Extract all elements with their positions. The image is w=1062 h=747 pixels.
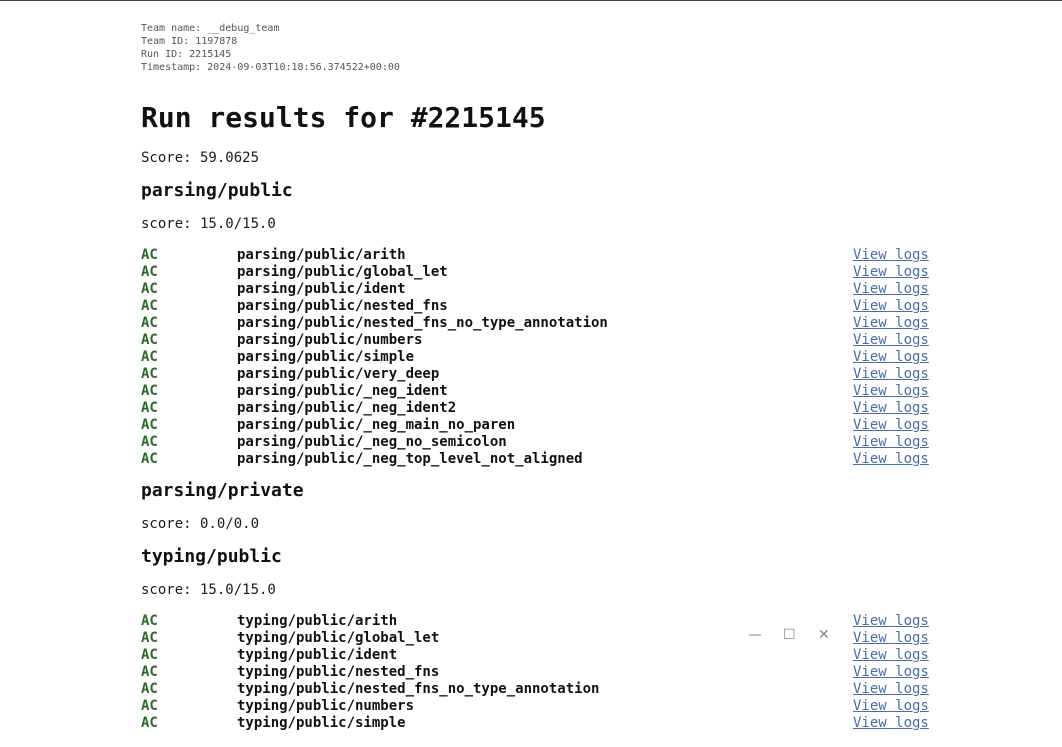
status-badge: AC	[141, 400, 158, 416]
result-row: AC typing/public/simple View logs	[141, 715, 931, 732]
test-name: typing/public/simple	[237, 715, 406, 731]
sections-container: parsing/public score: 15.0/15.0 AC parsing/…	[141, 178, 931, 732]
test-name: parsing/public/ident	[237, 281, 406, 297]
section-title: typing/public	[141, 546, 282, 567]
result-row: AC parsing/public/_neg_top_level_not_alig…	[141, 451, 931, 468]
test-name: typing/public/numbers	[237, 698, 415, 714]
test-name: typing/public/ident	[237, 647, 398, 663]
view-logs-link[interactable]: View logs	[853, 647, 929, 664]
result-row: AC typing/public/nested_fns_no_type_annot…	[141, 681, 931, 698]
view-logs-link[interactable]: View logs	[853, 281, 929, 298]
results-list: AC parsing/public/arith View logs AC parsing…	[141, 247, 931, 468]
view-logs-link[interactable]: View logs	[853, 400, 929, 417]
status-badge: AC	[141, 247, 158, 263]
page-title: Run results for #2215145	[141, 101, 546, 134]
status-badge: AC	[141, 681, 158, 697]
test-name: typing/public/global_let	[237, 630, 440, 646]
view-logs-link[interactable]: View logs	[853, 451, 929, 468]
total-score: Score: 59.0625	[141, 150, 260, 166]
status-badge: AC	[141, 281, 158, 297]
result-row: AC parsing/public/very_deep View logs	[141, 366, 931, 383]
test-name: parsing/public/_neg_main_no_paren	[237, 417, 516, 433]
minimize-icon[interactable]: —	[748, 627, 762, 643]
view-logs-link[interactable]: View logs	[853, 630, 929, 647]
result-row: AC parsing/public/_neg_main_no_paren View …	[141, 417, 931, 434]
view-logs-link[interactable]: View logs	[853, 264, 929, 281]
result-row: AC parsing/public/_neg_ident2 View logs	[141, 400, 931, 417]
test-name: parsing/public/nested_fns	[237, 298, 448, 314]
result-row: AC parsing/public/_neg_ident View logs	[141, 383, 931, 400]
section-title: parsing/private	[141, 480, 304, 501]
status-badge: AC	[141, 366, 158, 382]
view-logs-link[interactable]: View logs	[853, 681, 929, 698]
result-row: AC parsing/public/nested_fns View logs	[141, 298, 931, 315]
test-name: parsing/public/simple	[237, 349, 415, 365]
test-name: parsing/public/very_deep	[237, 366, 440, 382]
status-badge: AC	[141, 613, 158, 629]
status-badge: AC	[141, 630, 158, 646]
test-name: parsing/public/numbers	[237, 332, 423, 348]
result-row: AC parsing/public/global_let View logs	[141, 264, 931, 281]
result-row: AC parsing/public/nested_fns_no_type_anno…	[141, 315, 931, 332]
timestamp: Timestamp: 2024-09-03T10:18:56.374522+00…	[141, 62, 400, 73]
view-logs-link[interactable]: View logs	[853, 366, 929, 383]
section-score: score: 0.0/0.0	[141, 516, 260, 532]
status-badge: AC	[141, 715, 158, 731]
close-icon[interactable]: ✕	[818, 627, 830, 643]
status-badge: AC	[141, 264, 158, 280]
view-logs-link[interactable]: View logs	[853, 383, 929, 400]
view-logs-link[interactable]: View logs	[853, 349, 929, 366]
test-name: typing/public/arith	[237, 613, 398, 629]
view-logs-link[interactable]: View logs	[853, 434, 929, 451]
view-logs-link[interactable]: View logs	[853, 715, 929, 732]
result-row: AC parsing/public/arith View logs	[141, 247, 931, 264]
result-row: AC parsing/public/simple View logs	[141, 349, 931, 366]
result-row: AC typing/public/ident View logs	[141, 647, 931, 664]
test-name: parsing/public/global_let	[237, 264, 448, 280]
view-logs-link[interactable]: View logs	[853, 417, 929, 434]
view-logs-link[interactable]: View logs	[853, 698, 929, 715]
section-score: score: 15.0/15.0	[141, 582, 276, 598]
status-badge: AC	[141, 451, 158, 467]
status-badge: AC	[141, 417, 158, 433]
result-row: AC typing/public/nested_fns View logs	[141, 664, 931, 681]
status-badge: AC	[141, 698, 158, 714]
view-logs-link[interactable]: View logs	[853, 298, 929, 315]
status-badge: AC	[141, 664, 158, 680]
status-badge: AC	[141, 434, 158, 450]
view-logs-link[interactable]: View logs	[853, 247, 929, 264]
result-row: AC parsing/public/_neg_no_semicolon View l…	[141, 434, 931, 451]
result-row: AC parsing/public/numbers View logs	[141, 332, 931, 349]
test-name: parsing/public/_neg_ident2	[237, 400, 457, 416]
status-badge: AC	[141, 332, 158, 348]
section-title: parsing/public	[141, 180, 293, 201]
run-metadata: Team name: __debug_team Team ID: 1197878…	[141, 22, 931, 74]
section-score: score: 15.0/15.0	[141, 216, 276, 232]
status-badge: AC	[141, 349, 158, 365]
result-row: AC parsing/public/ident View logs	[141, 281, 931, 298]
result-row: AC typing/public/numbers View logs	[141, 698, 931, 715]
run-id: Run ID: 2215145	[141, 49, 232, 60]
test-name: parsing/public/arith	[237, 247, 406, 263]
test-name: typing/public/nested_fns_no_type_annotat…	[237, 681, 600, 697]
test-name: parsing/public/_neg_ident	[237, 383, 448, 399]
team-id: Team ID: 1197878	[141, 36, 238, 47]
maximize-icon[interactable]: ☐	[783, 627, 796, 643]
test-name: parsing/public/nested_fns_no_type_annota…	[237, 315, 608, 331]
status-badge: AC	[141, 383, 158, 399]
window-controls: — ☐ ✕	[744, 627, 834, 645]
view-logs-link[interactable]: View logs	[853, 332, 929, 349]
view-logs-link[interactable]: View logs	[853, 315, 929, 332]
test-name: typing/public/nested_fns	[237, 664, 440, 680]
status-badge: AC	[141, 298, 158, 314]
team-name: Team name: __debug_team	[141, 23, 280, 34]
status-badge: AC	[141, 647, 158, 663]
test-name: parsing/public/_neg_no_semicolon	[237, 434, 507, 450]
status-badge: AC	[141, 315, 158, 331]
view-logs-link[interactable]: View logs	[853, 664, 929, 681]
test-name: parsing/public/_neg_top_level_not_aligne…	[237, 451, 583, 467]
view-logs-link[interactable]: View logs	[853, 613, 929, 630]
